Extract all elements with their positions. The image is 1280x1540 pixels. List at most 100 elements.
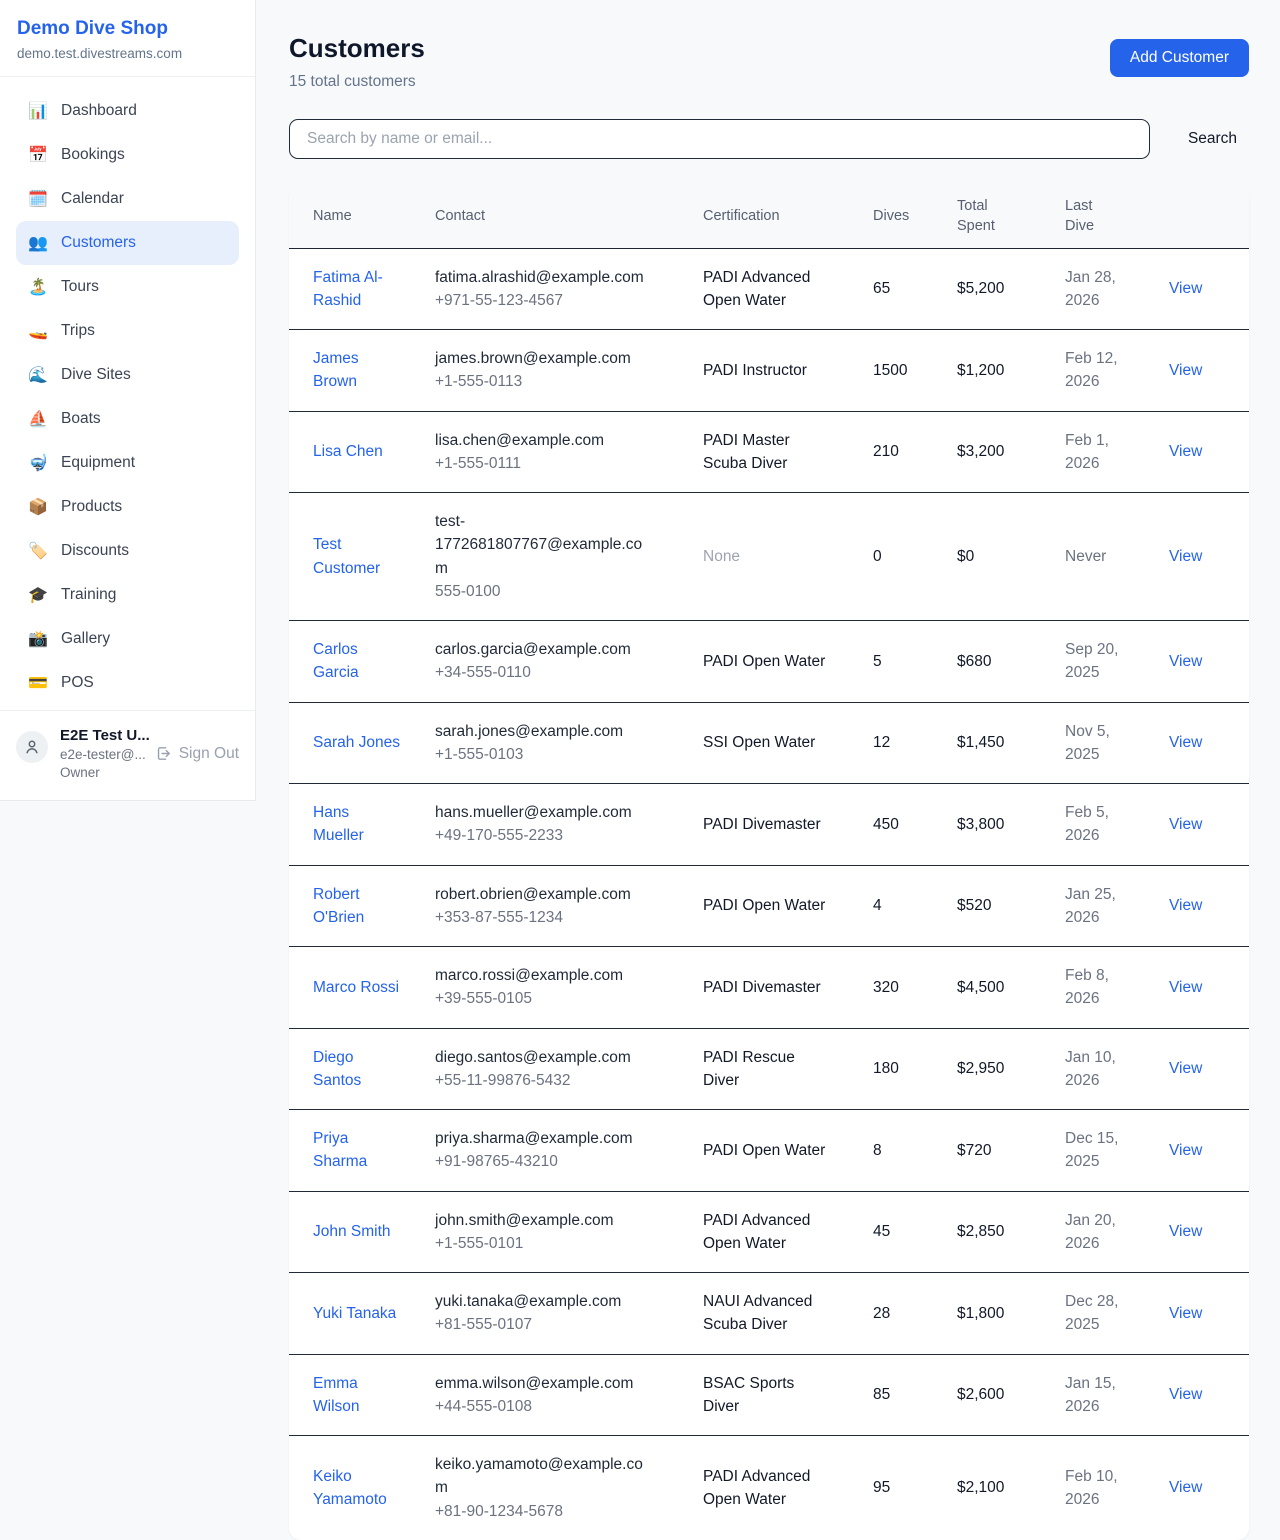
view-link[interactable]: View	[1169, 734, 1202, 751]
sidebar-item-pos[interactable]: 💳 POS	[16, 661, 239, 705]
customer-phone: +55-11-99876-5432	[435, 1069, 647, 1092]
sidebar-item-customers[interactable]: 👥 Customers	[16, 221, 239, 265]
customer-phone: +353-87-555-1234	[435, 906, 647, 929]
view-link[interactable]: View	[1169, 1479, 1202, 1496]
user-info: E2E Test U... e2e-tester@... Owner	[60, 727, 143, 780]
customer-name-link[interactable]: Yuki Tanaka	[313, 1305, 396, 1322]
sidebar-nav: 📊 Dashboard 📅 Bookings 🗓️ Calendar 👥 Cus…	[0, 77, 255, 710]
customer-certification: PADI Advanced Open Water	[703, 1436, 873, 1540]
sidebar-item-products[interactable]: 📦 Products	[16, 485, 239, 529]
sidebar: Demo Dive Shop demo.test.divestreams.com…	[0, 0, 256, 801]
sidebar-item-calendar[interactable]: 🗓️ Calendar	[16, 177, 239, 221]
customer-total-spent: $2,100	[957, 1436, 1065, 1540]
customer-count: 15 total customers	[289, 73, 425, 91]
sidebar-item-gallery[interactable]: 📸 Gallery	[16, 617, 239, 661]
customer-last-dive: Feb 8, 2026	[1065, 947, 1169, 1029]
customer-name-link[interactable]: Sarah Jones	[313, 734, 400, 751]
customer-certification: PADI Divemaster	[703, 947, 873, 1029]
customer-dives: 1500	[873, 330, 957, 412]
customer-total-spent: $1,200	[957, 330, 1065, 412]
sidebar-item-dashboard[interactable]: 📊 Dashboard	[16, 89, 239, 133]
customer-total-spent: $2,600	[957, 1354, 1065, 1436]
customer-phone: +81-555-0107	[435, 1313, 647, 1336]
customer-name-link[interactable]: Diego Santos	[313, 1049, 361, 1089]
user-email: e2e-tester@...	[60, 747, 143, 762]
customer-name-link[interactable]: Fatima Al-Rashid	[313, 269, 383, 309]
customer-email: fatima.alrashid@example.com	[435, 266, 647, 289]
customer-name-link[interactable]: Priya Sharma	[313, 1130, 367, 1170]
view-link[interactable]: View	[1169, 362, 1202, 379]
sidebar-item-label: Trips	[61, 322, 95, 340]
view-link[interactable]: View	[1169, 280, 1202, 297]
sign-out-button[interactable]: Sign Out	[155, 745, 239, 763]
customer-certification: PADI Open Water	[703, 1110, 873, 1192]
customer-name-link[interactable]: Robert O'Brien	[313, 886, 364, 926]
user-role: Owner	[60, 765, 143, 780]
table-row: Emma Wilson emma.wilson@example.com +44-…	[289, 1354, 1249, 1436]
customer-email: lisa.chen@example.com	[435, 429, 647, 452]
column-name: Name	[289, 185, 435, 248]
customer-phone: +1-555-0113	[435, 370, 647, 393]
sidebar-item-dive-sites[interactable]: 🌊 Dive Sites	[16, 353, 239, 397]
customer-total-spent: $5,200	[957, 248, 1065, 330]
customer-phone: 555-0100	[435, 580, 647, 603]
customer-dives: 450	[873, 784, 957, 866]
view-link[interactable]: View	[1169, 1386, 1202, 1403]
view-link[interactable]: View	[1169, 816, 1202, 833]
customer-certification: PADI Advanced Open Water	[703, 248, 873, 330]
view-link[interactable]: View	[1169, 443, 1202, 460]
sidebar-item-discounts[interactable]: 🏷️ Discounts	[16, 529, 239, 573]
customer-dives: 45	[873, 1191, 957, 1273]
customer-name-link[interactable]: John Smith	[313, 1223, 391, 1240]
sidebar-item-tours[interactable]: 🏝️ Tours	[16, 265, 239, 309]
main-content: Customers 15 total customers Add Custome…	[257, 0, 1280, 1540]
view-link[interactable]: View	[1169, 1060, 1202, 1077]
customer-name-link[interactable]: Test Customer	[313, 536, 380, 576]
view-link[interactable]: View	[1169, 1305, 1202, 1322]
view-link[interactable]: View	[1169, 897, 1202, 914]
customer-dives: 65	[873, 248, 957, 330]
customer-name-link[interactable]: Carlos Garcia	[313, 641, 359, 681]
customer-name-link[interactable]: Marco Rossi	[313, 979, 399, 996]
customer-name-link[interactable]: Lisa Chen	[313, 443, 383, 460]
sidebar-item-trips[interactable]: 🚤 Trips	[16, 309, 239, 353]
sidebar-item-label: Calendar	[61, 190, 124, 208]
view-link[interactable]: View	[1169, 979, 1202, 996]
customer-email: john.smith@example.com	[435, 1209, 647, 1232]
view-link[interactable]: View	[1169, 1142, 1202, 1159]
customers-table: Name Contact Certification Dives Total S…	[289, 185, 1249, 1540]
search-input[interactable]	[289, 119, 1150, 159]
customer-name-link[interactable]: James Brown	[313, 350, 359, 390]
customer-name-link[interactable]: Hans Mueller	[313, 804, 364, 844]
customer-dives: 85	[873, 1354, 957, 1436]
customer-phone: +1-555-0111	[435, 452, 647, 475]
customer-certification: PADI Divemaster	[703, 784, 873, 866]
customer-email: robert.obrien@example.com	[435, 883, 647, 906]
customer-last-dive: Jan 25, 2026	[1065, 865, 1169, 947]
customer-dives: 5	[873, 621, 957, 703]
sidebar-item-boats[interactable]: ⛵ Boats	[16, 397, 239, 441]
add-customer-button[interactable]: Add Customer	[1110, 39, 1249, 77]
customer-certification: PADI Open Water	[703, 621, 873, 703]
customer-phone: +81-90-1234-5678	[435, 1500, 647, 1523]
view-link[interactable]: View	[1169, 1223, 1202, 1240]
customer-email: carlos.garcia@example.com	[435, 638, 647, 661]
sidebar-item-bookings[interactable]: 📅 Bookings	[16, 133, 239, 177]
view-link[interactable]: View	[1169, 653, 1202, 670]
nav-icon: 🏝️	[28, 277, 48, 297]
search-button[interactable]: Search	[1176, 130, 1249, 148]
sidebar-item-equipment[interactable]: 🤿 Equipment	[16, 441, 239, 485]
customer-phone: +91-98765-43210	[435, 1150, 647, 1173]
table-row: Carlos Garcia carlos.garcia@example.com …	[289, 621, 1249, 703]
customer-name-link[interactable]: Emma Wilson	[313, 1375, 360, 1415]
customer-last-dive: Jan 20, 2026	[1065, 1191, 1169, 1273]
sidebar-item-training[interactable]: 🎓 Training	[16, 573, 239, 617]
user-name: E2E Test U...	[60, 727, 143, 744]
table-row: Hans Mueller hans.mueller@example.com +4…	[289, 784, 1249, 866]
customer-name-link[interactable]: Keiko Yamamoto	[313, 1468, 387, 1508]
customer-total-spent: $4,500	[957, 947, 1065, 1029]
view-link[interactable]: View	[1169, 548, 1202, 565]
sign-out-label: Sign Out	[179, 745, 239, 763]
customer-last-dive: Jan 10, 2026	[1065, 1028, 1169, 1110]
column-total-spent: Total Spent	[957, 185, 1065, 248]
